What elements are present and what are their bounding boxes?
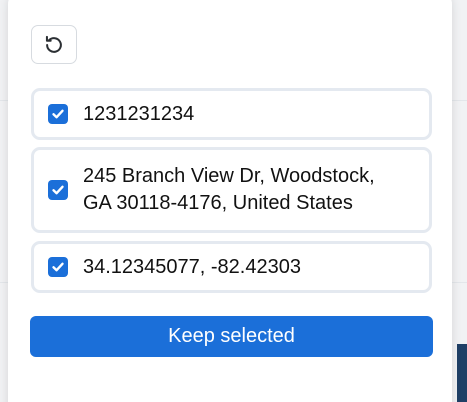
undo-button[interactable]	[31, 25, 77, 64]
background-dark-panel	[457, 344, 467, 402]
checkmark-icon	[52, 262, 64, 272]
option-label: 34.12345077, -82.42303	[83, 255, 301, 278]
app-background: 1231231234 245 Branch View Dr, Woodstock…	[0, 0, 467, 402]
checkmark-icon	[52, 109, 64, 119]
option-phone[interactable]: 1231231234	[31, 88, 432, 140]
option-checkbox[interactable]	[48, 104, 68, 124]
option-checkbox[interactable]	[48, 257, 68, 277]
option-address[interactable]: 245 Branch View Dr, Woodstock, GA 30118-…	[31, 147, 432, 233]
checkmark-icon	[52, 185, 64, 195]
option-label: 1231231234	[83, 102, 195, 125]
option-checkbox[interactable]	[48, 180, 68, 200]
undo-icon	[45, 35, 62, 53]
option-label: 245 Branch View Dr, Woodstock, GA 30118-…	[83, 165, 375, 214]
option-coordinates[interactable]: 34.12345077, -82.42303	[31, 241, 432, 293]
keep-selected-button[interactable]: Keep selected	[30, 316, 433, 357]
